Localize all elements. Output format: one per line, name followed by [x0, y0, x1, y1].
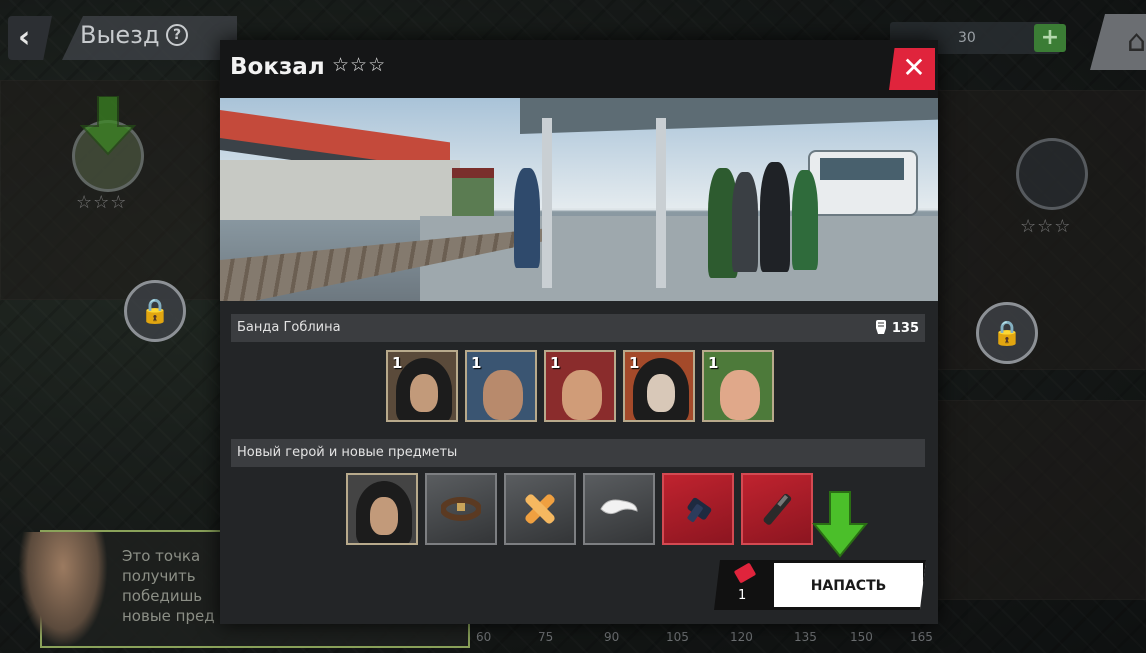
- gang-power-value: 135: [891, 321, 919, 336]
- face-shape: [410, 374, 438, 412]
- gang-member-portrait[interactable]: 1: [623, 350, 695, 422]
- scene-pole: [542, 118, 552, 288]
- hand-wrap-icon: [687, 497, 712, 522]
- node-stars: ☆☆☆: [1020, 216, 1072, 237]
- gang-power: 135: [874, 319, 919, 336]
- scene-person: [514, 168, 540, 268]
- attack-button[interactable]: НАПАСТЬ: [774, 560, 926, 610]
- scene-bus-window: [820, 158, 904, 180]
- scale-value: 105: [666, 630, 689, 644]
- ticket-icon: [733, 562, 757, 584]
- knife-icon: [763, 493, 792, 525]
- down-arrow-icon: [812, 491, 868, 558]
- scale-value: 90: [604, 630, 620, 644]
- scale-value: 150: [850, 630, 873, 644]
- gang-bar: Банда Гоблина 135: [231, 314, 925, 342]
- down-arrow-icon: [80, 96, 136, 156]
- fist-icon: [875, 320, 886, 334]
- location-stars: ☆☆☆: [332, 54, 387, 76]
- help-icon[interactable]: ?: [166, 24, 188, 46]
- scene-pole: [656, 118, 666, 288]
- gang-member-portrait[interactable]: 1: [544, 350, 616, 422]
- plus-icon[interactable]: +: [1034, 24, 1066, 52]
- reward-bandage[interactable]: [504, 473, 576, 545]
- modal-header: Вокзал ☆☆☆ ✕: [220, 40, 938, 98]
- map-scale: 60 75 90 105 120 135 150 165: [470, 630, 970, 650]
- ticket-cost: 1: [714, 560, 774, 610]
- member-level: 1: [708, 354, 719, 372]
- bandage-icon: [525, 494, 555, 524]
- rewards-list: [346, 473, 816, 545]
- attack-area: 1 НАПАСТЬ: [714, 560, 928, 610]
- page-title: Выезд: [80, 21, 160, 49]
- gang-member-portrait[interactable]: 1: [465, 350, 537, 422]
- resource-count: 30: [958, 30, 976, 46]
- scale-value: 165: [910, 630, 933, 644]
- node-stars: ☆☆☆: [76, 192, 128, 213]
- face-shape: [647, 374, 675, 412]
- scene-person: [732, 172, 758, 272]
- face-shape: [483, 370, 523, 420]
- rewards-label: Новый герой и новые предметы: [237, 445, 458, 460]
- face-shape: [562, 370, 602, 420]
- close-button[interactable]: ✕: [889, 48, 935, 90]
- reward-belt[interactable]: [425, 473, 497, 545]
- scale-value: 135: [794, 630, 817, 644]
- belt-icon: [441, 497, 481, 521]
- scene-person: [760, 162, 790, 272]
- face-shape: [720, 370, 760, 420]
- locked-node-lock-icon[interactable]: 🔒: [976, 302, 1038, 364]
- scale-value: 75: [538, 630, 554, 644]
- member-level: 1: [471, 354, 482, 372]
- close-icon: ✕: [902, 51, 926, 84]
- scene-person: [792, 170, 818, 270]
- tutorial-character-avatar: [18, 532, 108, 648]
- ticket-count: 1: [738, 588, 747, 603]
- member-level: 1: [550, 354, 561, 372]
- scale-value: 60: [476, 630, 492, 644]
- home-icon: ⌂: [1126, 24, 1146, 59]
- gang-members: 1 1 1 1 1: [386, 350, 786, 422]
- tutorial-text: Это точка получить победишь новые пред: [122, 547, 215, 625]
- reward-mouthguard[interactable]: [583, 473, 655, 545]
- reward-hand-wrap[interactable]: [662, 473, 734, 545]
- reward-hero-portrait[interactable]: [346, 473, 418, 545]
- map-node-enemy[interactable]: [1016, 138, 1088, 210]
- location-title: Вокзал: [230, 54, 325, 80]
- member-level: 1: [629, 354, 640, 372]
- scene-platform: [420, 216, 938, 301]
- reward-knife[interactable]: [741, 473, 813, 545]
- gang-member-portrait[interactable]: 1: [702, 350, 774, 422]
- back-arrow-icon: ‹: [18, 20, 31, 55]
- gang-name: Банда Гоблина: [237, 320, 341, 335]
- rewards-bar: Новый герой и новые предметы: [231, 439, 925, 467]
- railway-station-scene: [220, 98, 938, 301]
- scene-wall: [220, 160, 460, 220]
- scale-value: 120: [730, 630, 753, 644]
- member-level: 1: [392, 354, 403, 372]
- locked-node-lock-icon[interactable]: 🔒: [124, 280, 186, 342]
- mouthguard-icon: [600, 499, 638, 515]
- face-shape: [370, 497, 398, 535]
- gang-member-portrait[interactable]: 1: [386, 350, 458, 422]
- scene-train: [452, 168, 494, 218]
